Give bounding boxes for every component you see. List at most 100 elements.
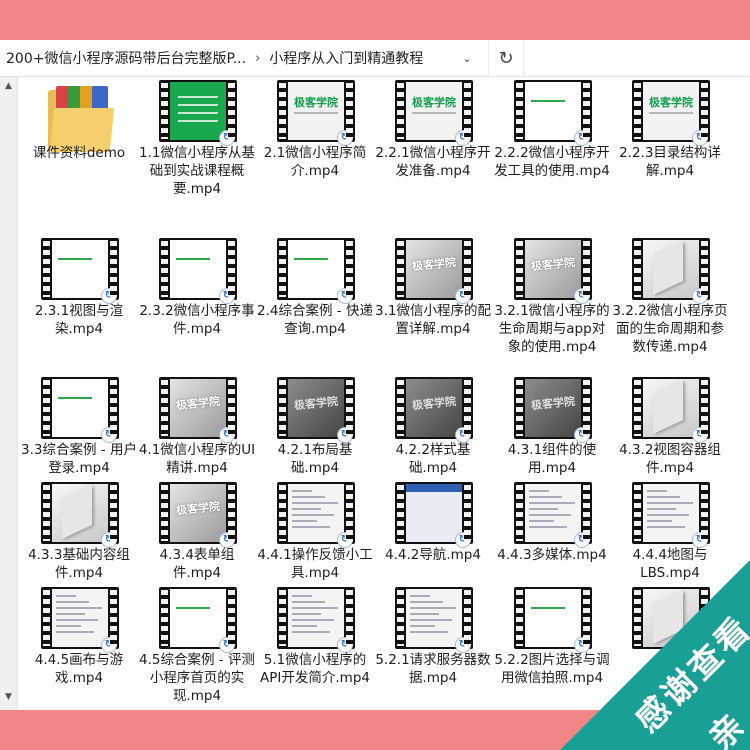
video-file-item[interactable]: ↻ 4.5综合案例 - 评测小程序首页的实现.mp4 — [138, 549, 256, 704]
video-thumbnail-icon: ↻ — [277, 587, 355, 653]
video-file-item[interactable]: ↻ 4.4.2导航.mp4 — [374, 444, 492, 563]
file-name-label: 课件资料demo — [32, 145, 126, 161]
thumbnail-frame — [643, 240, 699, 298]
video-file-item[interactable]: 极客学院 ↻ 2.2.3目录结构详解.mp4 — [611, 42, 729, 179]
video-file-item[interactable]: ↻ 5.2.1请求服务器数据.mp4 — [374, 549, 492, 686]
scroll-up-arrow-icon[interactable]: ▲ — [0, 81, 17, 95]
thumbnail-slab-graphic — [653, 241, 683, 295]
video-thumbnail-icon: ↻ — [514, 80, 592, 146]
video-file-item[interactable]: ↻ 2.3.1视图与渲染.mp4 — [20, 200, 138, 337]
thumbnail-doc-line — [56, 607, 102, 609]
thumbnail-doc-line — [56, 625, 81, 627]
video-file-item[interactable]: ↻ 4.4.4地图与LBS.mp4 — [611, 444, 729, 581]
folder-icon — [48, 82, 115, 152]
file-name-label: 2.1微信小程序简介.mp4 — [263, 145, 367, 179]
video-file-item[interactable]: 极客学院 ↻ 4.1微信小程序的UI精讲.mp4 — [138, 339, 256, 476]
video-thumbnail-icon: 极客学院 ↻ — [277, 80, 355, 146]
thumbnail-brand-text: 极客学院 — [175, 499, 221, 518]
thumbnail-doc-line — [292, 625, 317, 627]
file-name-label: 2.3.2微信小程序事件.mp4 — [139, 303, 255, 337]
video-file-item[interactable]: ↻ 4.4.1操作反馈小工具.mp4 — [256, 444, 374, 581]
thumbnail-doc-line — [292, 490, 312, 492]
video-thumbnail-icon: 极客学院 ↻ — [395, 377, 473, 443]
video-thumbnail-icon: 极客学院 ↻ — [395, 80, 473, 146]
thumbnail-doc-line — [292, 619, 334, 621]
thumbnail-frame — [525, 484, 581, 542]
video-file-item[interactable]: ↻ 1.1微信小程序从基础到实战课程概要.mp4 — [138, 42, 256, 197]
thumbnail-doc-line — [647, 508, 676, 510]
video-file-item[interactable]: ↻ 2.2.2微信小程序开发工具的使用.mp4 — [493, 42, 611, 179]
thumbnail-doc-line — [410, 625, 435, 627]
video-file-item[interactable]: ↻ 3.2.2微信小程序页面的生命周期和参数传递.mp4 — [611, 200, 729, 355]
thumbnail-doc-line — [292, 520, 317, 522]
thumbnail-doc-line — [292, 595, 312, 597]
thumbnail-doc-line — [529, 490, 549, 492]
thumbnail-title-line — [176, 607, 210, 609]
thumbnail-frame: 极客学院 — [406, 240, 462, 298]
video-file-item[interactable]: 极客学院 ↻ 3.1微信小程序的配置详解.mp4 — [374, 200, 492, 337]
thumbnail-frame — [52, 240, 108, 298]
video-file-item[interactable]: ↻ 2.4综合案例 - 快递查询.mp4 — [256, 200, 374, 337]
thumbnail-doc-line — [529, 496, 562, 498]
thumbnail-frame: 极客学院 — [525, 240, 581, 298]
scroll-down-arrow-icon[interactable]: ▼ — [0, 692, 17, 706]
video-file-item[interactable]: 极客学院 ↻ 2.1微信小程序简介.mp4 — [256, 42, 374, 179]
thumbnail-brand-text: 极客学院 — [412, 96, 456, 109]
video-file-item[interactable]: ↻ 5.1微信小程序的API开发简介.mp4 — [256, 549, 374, 686]
thumbnail-frame — [52, 379, 108, 437]
thumbnail-url-line — [294, 112, 338, 114]
video-thumbnail-icon: 极客学院 ↻ — [159, 377, 237, 443]
thumbnail-doc-line — [647, 520, 672, 522]
video-file-item[interactable]: 极客学院 ↻ 4.3.1组件的使用.mp4 — [493, 339, 611, 476]
video-thumbnail-icon: 极客学院 ↻ — [159, 482, 237, 548]
video-file-item[interactable]: 极客学院 ↻ 4.2.2样式基础.mp4 — [374, 339, 492, 476]
thumbnail-frame — [406, 484, 462, 542]
thumbnail-frame: 极客学院 — [525, 379, 581, 437]
video-thumbnail-icon: ↻ — [395, 482, 473, 548]
video-file-item[interactable]: ↻ 4.4.3多媒体.mp4 — [493, 444, 611, 563]
video-thumbnail-icon: ↻ — [632, 238, 710, 304]
video-thumbnail-icon: 极客学院 ↻ — [632, 80, 710, 146]
thumbnail-title-line — [176, 258, 210, 260]
thumbnail-doc-line — [647, 514, 689, 516]
thumbnail-frame: 极客学院 — [288, 379, 344, 437]
thumbnail-doc-line — [292, 502, 338, 504]
video-file-item[interactable]: ↻ 2.3.2微信小程序事件.mp4 — [138, 200, 256, 337]
video-file-item[interactable]: 极客学院 ↻ 4.3.4表单组件.mp4 — [138, 444, 256, 581]
video-file-item[interactable]: 极客学院 ↻ 4.2.1布局基础.mp4 — [256, 339, 374, 476]
video-thumbnail-icon: 极客学院 ↻ — [514, 238, 592, 304]
thumbnail-frame — [52, 484, 108, 542]
video-file-item[interactable]: 极客学院 ↻ 3.2.1微信小程序的生命周期与app对象的使用.mp4 — [493, 200, 611, 355]
thumbnail-title-line — [58, 258, 92, 260]
thumbnail-doc-line — [529, 526, 567, 528]
video-thumbnail-icon: ↻ — [632, 377, 710, 443]
folder-item[interactable]: 课件资料demo — [20, 42, 138, 161]
thumbnail-brand-text: 极客学院 — [411, 255, 457, 274]
video-file-item[interactable]: ↻ 4.3.2视图容器组件.mp4 — [611, 339, 729, 476]
thumbnail-url-line — [412, 112, 456, 114]
file-name-label: 2.4综合案例 - 快递查询.mp4 — [257, 303, 373, 337]
thumbnail-frame: 极客学院 — [170, 484, 226, 542]
video-thumbnail-icon: ↻ — [632, 482, 710, 548]
thumbnail-frame — [288, 484, 344, 542]
file-name-label: 5.1微信小程序的API开发简介.mp4 — [260, 652, 370, 686]
thumbnail-doc-line — [292, 631, 330, 633]
video-file-item[interactable]: ↻ 3.3综合案例 - 用户登录.mp4 — [20, 339, 138, 476]
video-thumbnail-icon: ↻ — [159, 238, 237, 304]
thumbnail-doc-line — [410, 601, 443, 603]
video-file-item[interactable]: ↻ 4.3.3基础内容组件.mp4 — [20, 444, 138, 581]
thumbnail-frame — [170, 589, 226, 647]
video-file-item[interactable]: ↻ 4.4.5画布与游戏.mp4 — [20, 549, 138, 686]
file-name-label: 4.4.5画布与游戏.mp4 — [34, 652, 124, 686]
vertical-scrollbar[interactable]: ▲ ▼ — [0, 77, 18, 710]
thumbnail-doc-line — [56, 631, 94, 633]
thumbnail-doc-line — [56, 619, 98, 621]
thumbnail-brand-text: 极客学院 — [294, 96, 338, 109]
thumbnail-doc-line — [410, 619, 452, 621]
thumbnail-frame: 极客学院 — [170, 379, 226, 437]
file-name-label: 3.1微信小程序的配置详解.mp4 — [375, 303, 491, 337]
video-thumbnail-icon: ↻ — [41, 377, 119, 443]
video-file-item[interactable]: 极客学院 ↻ 2.2.1微信小程序开发准备.mp4 — [374, 42, 492, 179]
file-name-label: 2.2.3目录结构详解.mp4 — [619, 145, 721, 179]
file-name-label: 4.5综合案例 - 评测小程序首页的实现.mp4 — [139, 652, 255, 704]
